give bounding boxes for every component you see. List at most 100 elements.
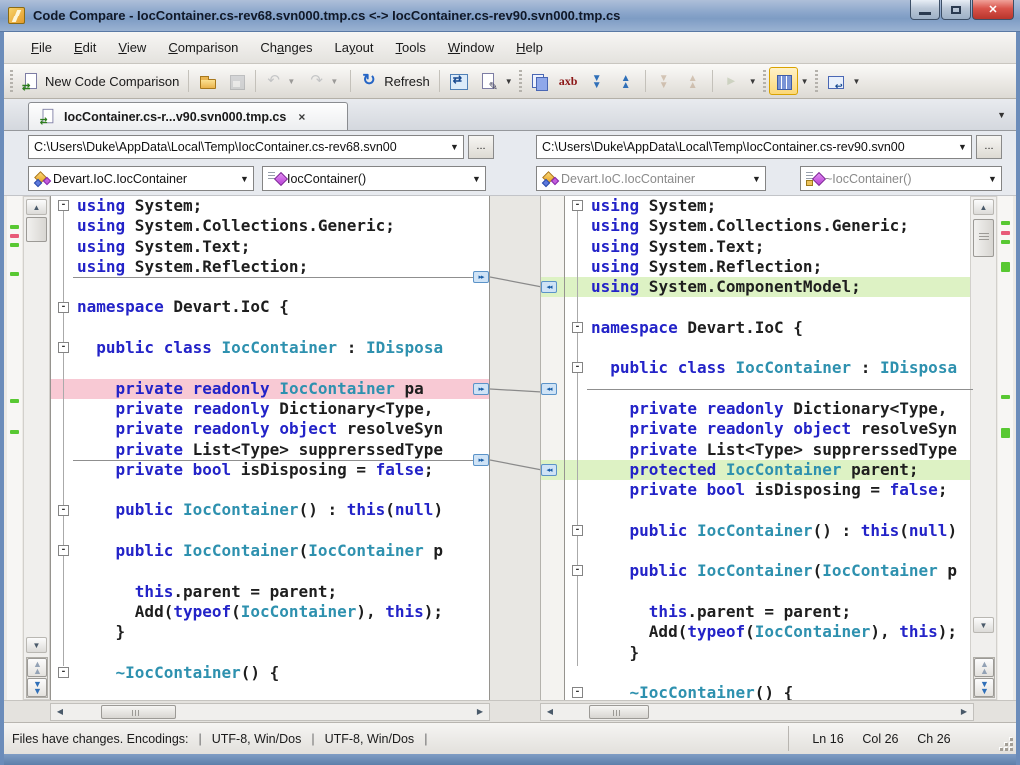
menu-layout[interactable]: Layout	[323, 36, 384, 59]
left-browse-button[interactable]: ...	[468, 135, 494, 159]
right-code-pane[interactable]: ------using System;using System.Collecti…	[564, 196, 974, 700]
right-prev-change-button[interactable]: ▲▲	[974, 658, 994, 677]
left-hscroll-left-icon[interactable]: ◀	[52, 705, 68, 719]
change-map-mark[interactable]	[10, 399, 19, 403]
next-change-button[interactable]: ▼▼	[583, 67, 612, 95]
left-scrollbar-thumb[interactable]	[26, 217, 47, 242]
right-file-path-combo[interactable]: C:\Users\Duke\AppData\Local\Temp\IocCont…	[536, 135, 972, 159]
toolbar-dropdown-icon[interactable]: ▼	[746, 77, 760, 86]
toolbar-grip[interactable]	[763, 70, 766, 92]
fold-collapse-icon[interactable]: -	[572, 565, 583, 576]
comparison-report-button[interactable]	[473, 67, 502, 95]
close-button[interactable]: ✕	[972, 0, 1014, 20]
change-map-mark[interactable]	[1001, 221, 1010, 225]
menu-file[interactable]: File	[20, 36, 63, 59]
copy-to-left-marker[interactable]: ◂◂	[541, 281, 557, 293]
right-change-map[interactable]	[998, 196, 1013, 700]
new-code-comparison-button[interactable]: New Code Comparison	[16, 67, 184, 95]
copy-to-right-marker[interactable]: ▸▸	[473, 454, 489, 466]
fold-collapse-icon[interactable]: -	[572, 687, 583, 698]
menu-help[interactable]: Help	[505, 36, 554, 59]
change-map-mark[interactable]	[10, 243, 19, 247]
toolbar-dropdown-icon[interactable]: ▼	[502, 77, 516, 86]
fold-collapse-icon[interactable]: -	[58, 505, 69, 516]
right-class-combo[interactable]: Devart.IoC.IocContainer ▼	[536, 166, 766, 191]
fold-collapse-icon[interactable]: -	[58, 200, 69, 211]
resize-grip[interactable]	[999, 737, 1013, 751]
copy-change-next-button[interactable]: ▼▼	[650, 67, 679, 95]
word-level-diff-button[interactable]	[554, 67, 583, 95]
fold-collapse-icon[interactable]: -	[58, 302, 69, 313]
right-browse-button[interactable]: ...	[976, 135, 1002, 159]
left-scroll-down-icon[interactable]: ▼	[26, 637, 47, 653]
right-class-combo-dropdown-icon[interactable]: ▼	[748, 167, 765, 190]
prev-change-button[interactable]: ▲▲	[612, 67, 641, 95]
change-map-mark[interactable]	[10, 225, 19, 229]
menu-changes[interactable]: Changes	[249, 36, 323, 59]
vertical-layout-button[interactable]	[769, 67, 798, 95]
right-scroll-down-icon[interactable]: ▼	[973, 617, 994, 633]
left-scroll-up-icon[interactable]: ▲	[26, 199, 47, 215]
left-code-pane[interactable]: ------using System;using System.Collecti…	[50, 196, 490, 700]
left-file-path-combo[interactable]: C:\Users\Duke\AppData\Local\Temp\IocCont…	[28, 135, 464, 159]
change-map-mark[interactable]	[1001, 428, 1010, 438]
fold-collapse-icon[interactable]: -	[58, 667, 69, 678]
menu-edit[interactable]: Edit	[63, 36, 107, 59]
document-tab[interactable]: IocContainer.cs-r...v90.svn000.tmp.cs ×	[28, 102, 348, 130]
left-horizontal-scrollbar[interactable]: ◀ ▶	[50, 703, 490, 721]
copy-to-left-marker[interactable]: ◂◂	[541, 383, 557, 395]
left-hscroll-right-icon[interactable]: ▶	[472, 705, 488, 719]
left-vertical-scrollbar[interactable]: ▲ ▼ ▲▲ ▼▼	[23, 196, 50, 700]
change-map-mark[interactable]	[10, 234, 19, 238]
toolbar-dropdown-icon[interactable]: ▼	[798, 77, 812, 86]
redo-button[interactable]: ▼	[303, 67, 346, 95]
right-vertical-scrollbar[interactable]: ▲ ▼ ▲▲ ▼▼	[970, 196, 997, 700]
right-member-combo-dropdown-icon[interactable]: ▼	[984, 167, 1001, 190]
change-map-mark[interactable]	[1001, 231, 1010, 235]
swap-sides-button[interactable]	[444, 67, 473, 95]
toolbar-grip[interactable]	[519, 70, 522, 92]
right-horizontal-scrollbar[interactable]: ◀ ▶	[540, 703, 974, 721]
right-scroll-up-icon[interactable]: ▲	[973, 199, 994, 215]
undo-button[interactable]: ▼	[260, 67, 303, 95]
tab-close-icon[interactable]: ×	[296, 110, 307, 124]
left-change-map[interactable]	[7, 196, 22, 700]
right-path-dropdown-icon[interactable]: ▼	[954, 142, 971, 152]
right-hscroll-right-icon[interactable]: ▶	[956, 705, 972, 719]
compare-structure-button[interactable]	[525, 67, 554, 95]
toolbar-grip[interactable]	[815, 70, 818, 92]
toolbar-grip[interactable]	[10, 70, 13, 92]
right-next-change-button[interactable]: ▼▼	[974, 678, 994, 697]
open-file-button[interactable]	[193, 67, 222, 95]
left-hscroll-thumb[interactable]	[101, 705, 176, 719]
left-class-combo-dropdown-icon[interactable]: ▼	[236, 167, 253, 190]
left-path-dropdown-icon[interactable]: ▼	[446, 142, 463, 152]
right-scrollbar-thumb[interactable]	[973, 219, 994, 257]
left-class-combo[interactable]: Devart.IoC.IocContainer ▼	[28, 166, 254, 191]
change-map-mark[interactable]	[10, 430, 19, 434]
refresh-button[interactable]: Refresh	[355, 67, 435, 95]
toolbar-dropdown-icon[interactable]: ▼	[327, 77, 341, 86]
fold-collapse-icon[interactable]: -	[58, 342, 69, 353]
minimize-button[interactable]	[910, 0, 940, 20]
menu-comparison[interactable]: Comparison	[157, 36, 249, 59]
left-member-combo[interactable]: IocContainer() ▼	[262, 166, 486, 191]
save-button[interactable]	[222, 67, 251, 95]
change-map-mark[interactable]	[1001, 395, 1010, 399]
fold-collapse-icon[interactable]: -	[572, 362, 583, 373]
fold-collapse-icon[interactable]: -	[572, 525, 583, 536]
menu-tools[interactable]: Tools	[385, 36, 437, 59]
copy-to-left-marker[interactable]: ◂◂	[541, 464, 557, 476]
apply-change-button[interactable]	[717, 67, 746, 95]
menu-window[interactable]: Window	[437, 36, 505, 59]
tab-list-chevron-icon[interactable]: ▼	[997, 110, 1006, 120]
right-member-combo[interactable]: ~IocContainer() ▼	[800, 166, 1002, 191]
left-next-change-button[interactable]: ▼▼	[27, 678, 47, 697]
toolbar-dropdown-icon[interactable]: ▼	[850, 77, 864, 86]
maximize-button[interactable]	[941, 0, 971, 20]
change-map-mark[interactable]	[10, 272, 19, 276]
open-in-new-window-button[interactable]	[821, 67, 850, 95]
copy-to-right-marker[interactable]: ▸▸	[473, 383, 489, 395]
fold-collapse-icon[interactable]: -	[572, 322, 583, 333]
toolbar-dropdown-icon[interactable]: ▼	[284, 77, 298, 86]
